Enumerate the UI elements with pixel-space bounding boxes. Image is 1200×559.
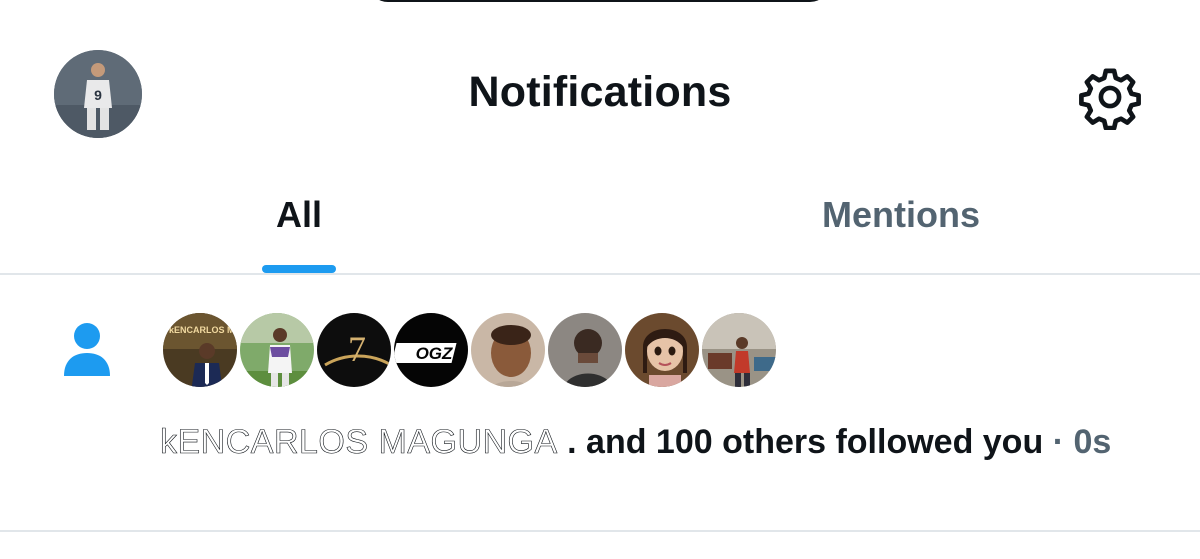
notification-text: kENCARLOS MAGUNGA . and 100 others follo… bbox=[160, 420, 1170, 464]
follower-avatar-text: kENCARLOS MAGUNGA bbox=[169, 325, 240, 335]
tab-all[interactable]: All bbox=[0, 172, 598, 273]
page-title: Notifications bbox=[468, 68, 732, 116]
notification-divider bbox=[0, 530, 1200, 532]
follower-avatar[interactable] bbox=[622, 310, 702, 390]
follower-avatar[interactable] bbox=[699, 310, 779, 390]
tab-all-label: All bbox=[275, 194, 322, 235]
follow-notification[interactable]: kENCARLOS MAGUNGA 7 bbox=[0, 276, 1200, 530]
follower-avatar[interactable]: 7 bbox=[314, 310, 394, 390]
tab-bar: All Mentions bbox=[0, 172, 1200, 274]
tab-mentions-label: Mentions bbox=[822, 194, 980, 235]
person-icon bbox=[62, 322, 112, 378]
separator-dot: · bbox=[1052, 423, 1065, 461]
follower-avatar-text: OGZ bbox=[416, 344, 453, 363]
follower-name[interactable]: kENCARLOS MAGUNGA bbox=[160, 423, 558, 462]
top-app-bar: 9 Notifications bbox=[0, 40, 1200, 150]
gear-icon[interactable] bbox=[1077, 64, 1143, 131]
follower-avatar[interactable]: OGZ bbox=[391, 310, 471, 390]
tab-mentions[interactable]: Mentions bbox=[602, 172, 1200, 272]
follower-avatar[interactable]: kENCARLOS MAGUNGA bbox=[160, 310, 240, 390]
follower-avatar[interactable] bbox=[237, 310, 317, 390]
follower-avatar-text: 7 bbox=[348, 329, 366, 369]
follower-avatar[interactable] bbox=[545, 310, 625, 390]
device-notch bbox=[368, 0, 830, 2]
follower-avatar[interactable] bbox=[468, 310, 548, 390]
active-tab-indicator bbox=[262, 265, 336, 273]
notification-action: . and 100 others followed you bbox=[567, 423, 1044, 461]
tabs-divider bbox=[0, 273, 1200, 275]
notification-time: 0s bbox=[1073, 423, 1112, 461]
